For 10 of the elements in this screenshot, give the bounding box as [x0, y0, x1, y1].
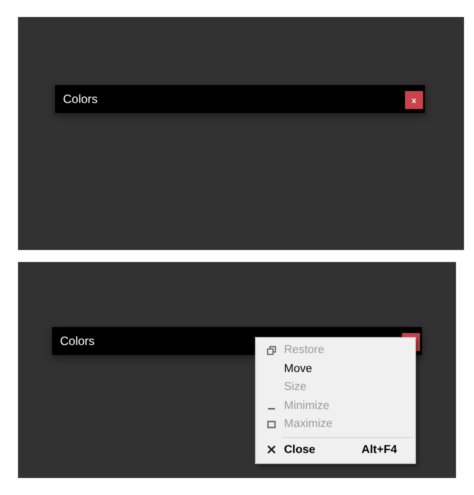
- restore-icon: [266, 346, 276, 355]
- minimize-icon: [268, 408, 274, 410]
- maximize-icon: [266, 420, 276, 429]
- menu-item[interactable]: Close Alt+F4: [256, 440, 415, 459]
- shortcut-text: Alt+F4: [362, 444, 397, 456]
- close-icon: [266, 445, 276, 454]
- window-title: Colors: [63, 92, 98, 106]
- window-title: Colors: [60, 334, 95, 348]
- close-button[interactable]: x: [405, 91, 423, 109]
- menu-item[interactable]: Move: [256, 360, 415, 378]
